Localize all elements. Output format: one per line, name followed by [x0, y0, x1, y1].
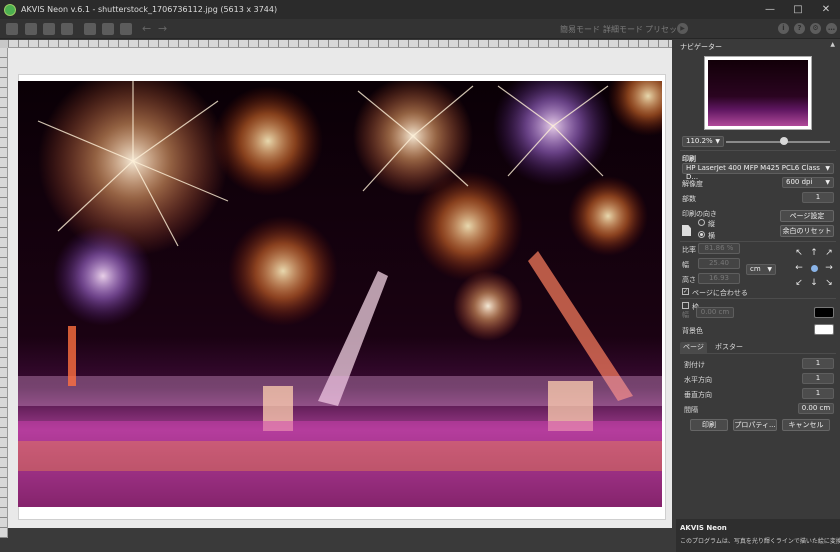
orientation-label: 印刷の向き: [682, 210, 717, 218]
fit-to-page-checkbox[interactable]: ✓: [682, 288, 689, 295]
pages-input[interactable]: 1: [802, 358, 834, 369]
app-logo-icon: [4, 3, 16, 16]
horiz-input[interactable]: 1: [802, 373, 834, 384]
divider: [680, 353, 836, 354]
align-top-right-icon[interactable]: ↗: [824, 249, 834, 258]
help-icon[interactable]: ?: [794, 23, 805, 34]
fit-to-page-label: ページに合わせる: [692, 289, 748, 297]
resolution-dropdown[interactable]: 600 dpi ▼: [782, 177, 834, 188]
preferences-icon[interactable]: [120, 23, 132, 35]
spacing-input[interactable]: 0.00 cm: [798, 403, 834, 414]
align-left-icon[interactable]: ←: [794, 264, 804, 273]
align-top-icon[interactable]: ↑: [809, 249, 819, 258]
zoom-slider-knob[interactable]: [780, 137, 788, 145]
align-right-icon[interactable]: →: [824, 264, 834, 273]
align-bottom-right-icon[interactable]: ↘: [824, 279, 834, 288]
copies-input[interactable]: 1: [802, 192, 834, 203]
neon-firework-image: [18, 81, 662, 507]
divider: [680, 150, 836, 151]
close-button[interactable]: ✕: [812, 0, 840, 19]
zoom-value: 110.2%: [686, 137, 713, 145]
mode-advanced[interactable]: 詳細モード: [603, 24, 643, 35]
batch-icon[interactable]: [84, 23, 96, 35]
share-icon[interactable]: [43, 23, 55, 35]
zoom-slider-track[interactable]: [726, 141, 830, 143]
window-title: AKVIS Neon v.6.1 - shutterstock_17067361…: [21, 5, 278, 14]
navigator-header: ナビゲーター: [680, 43, 722, 51]
print-icon[interactable]: [61, 23, 73, 35]
height-input[interactable]: 16.93: [698, 273, 740, 284]
mode-express[interactable]: 簡易モード: [560, 24, 600, 35]
copies-label: 部数: [682, 195, 696, 203]
run-icon[interactable]: ▶: [677, 23, 688, 34]
chat-icon[interactable]: …: [826, 23, 837, 34]
title-bar: AKVIS Neon v.6.1 - shutterstock_17067361…: [0, 0, 840, 19]
ruler-horizontal: [8, 40, 672, 48]
divider: [680, 298, 836, 299]
frame-color-swatch[interactable]: [814, 307, 834, 318]
height-label: 高さ: [682, 276, 696, 284]
align-center-icon[interactable]: [811, 265, 818, 272]
align-bottom-icon[interactable]: ↓: [809, 279, 819, 288]
align-top-left-icon[interactable]: ↖: [794, 249, 804, 258]
navigator-preview: [708, 60, 808, 126]
collapse-icon[interactable]: ▲: [830, 41, 835, 48]
resolution-value: 600 dpi: [786, 178, 813, 186]
cancel-button[interactable]: キャンセル: [782, 419, 830, 431]
frame-width-label: 幅: [682, 311, 689, 319]
info-text: このプログラムは、写真を光り輝くラインで描いた絵に変換します。光を使って描いたよ…: [680, 538, 840, 545]
width-label: 幅: [682, 261, 689, 269]
info-panel: AKVIS Neon このプログラムは、写真を光り輝くラインで描いた絵に変換しま…: [676, 519, 840, 552]
portrait-label: 縦: [708, 220, 715, 228]
redo-icon[interactable]: →: [158, 22, 167, 35]
info-title: AKVIS Neon: [680, 524, 727, 532]
spacing-label: 間隔: [684, 406, 698, 414]
ruler-vertical: [0, 48, 8, 538]
tab-poster[interactable]: ポスター: [712, 342, 746, 353]
page-setup-button[interactable]: ページ設定: [780, 210, 834, 222]
pages-label: 割付け: [684, 361, 705, 369]
vert-label: 垂直方向: [684, 391, 712, 399]
tab-page[interactable]: ページ: [680, 342, 707, 353]
page-orientation-icon: [682, 225, 691, 236]
align-bottom-left-icon[interactable]: ↙: [794, 279, 804, 288]
horizontal-scrollbar[interactable]: [0, 538, 672, 552]
bg-color-label: 背景色: [682, 327, 703, 335]
scale-input[interactable]: 81.86 %: [698, 243, 740, 254]
print-button[interactable]: 印刷: [690, 419, 728, 431]
ruler-corner: [0, 40, 8, 48]
save-icon[interactable]: [25, 23, 37, 35]
properties-button[interactable]: プロパティ...: [733, 419, 777, 431]
toolbar: ← → 簡易モード 詳細モード プリセット ▶ i ? ⚙ …: [0, 19, 840, 39]
open-file-icon[interactable]: [6, 23, 18, 35]
frame-width-input[interactable]: 0.00 cm: [696, 307, 734, 318]
undo-icon[interactable]: ←: [142, 22, 151, 35]
resolution-label: 解像度: [682, 180, 703, 188]
frame-checkbox[interactable]: [682, 302, 689, 309]
navigator-thumbnail[interactable]: [704, 56, 812, 130]
bg-color-swatch[interactable]: [814, 324, 834, 335]
reset-margins-button[interactable]: 余白のリセット: [780, 225, 834, 237]
printer-dropdown[interactable]: HP LaserJet 400 MFP M425 PCL6 Class D...…: [682, 163, 834, 181]
portrait-radio[interactable]: [698, 219, 705, 226]
scale-label: 比率: [682, 246, 696, 254]
settings-icon[interactable]: ⚙: [810, 23, 821, 34]
landscape-radio[interactable]: [698, 231, 705, 238]
info-icon[interactable]: i: [778, 23, 789, 34]
width-input[interactable]: 25.40: [698, 258, 740, 269]
maximize-button[interactable]: □: [784, 0, 812, 19]
landscape-label: 横: [708, 232, 715, 240]
zoom-dropdown[interactable]: 110.2% ▼: [682, 136, 724, 147]
horiz-label: 水平方向: [684, 376, 712, 384]
divider: [680, 241, 836, 242]
vert-input[interactable]: 1: [802, 388, 834, 399]
minimize-button[interactable]: —: [756, 0, 784, 19]
unit-value: cm: [750, 265, 761, 273]
settings-panel: ナビゲーター ▲ 110.2% ▼ 印刷 HP LaserJet 400 MFP …: [676, 39, 840, 552]
before-after-icon[interactable]: [102, 23, 114, 35]
unit-dropdown[interactable]: cm ▼: [746, 264, 776, 275]
